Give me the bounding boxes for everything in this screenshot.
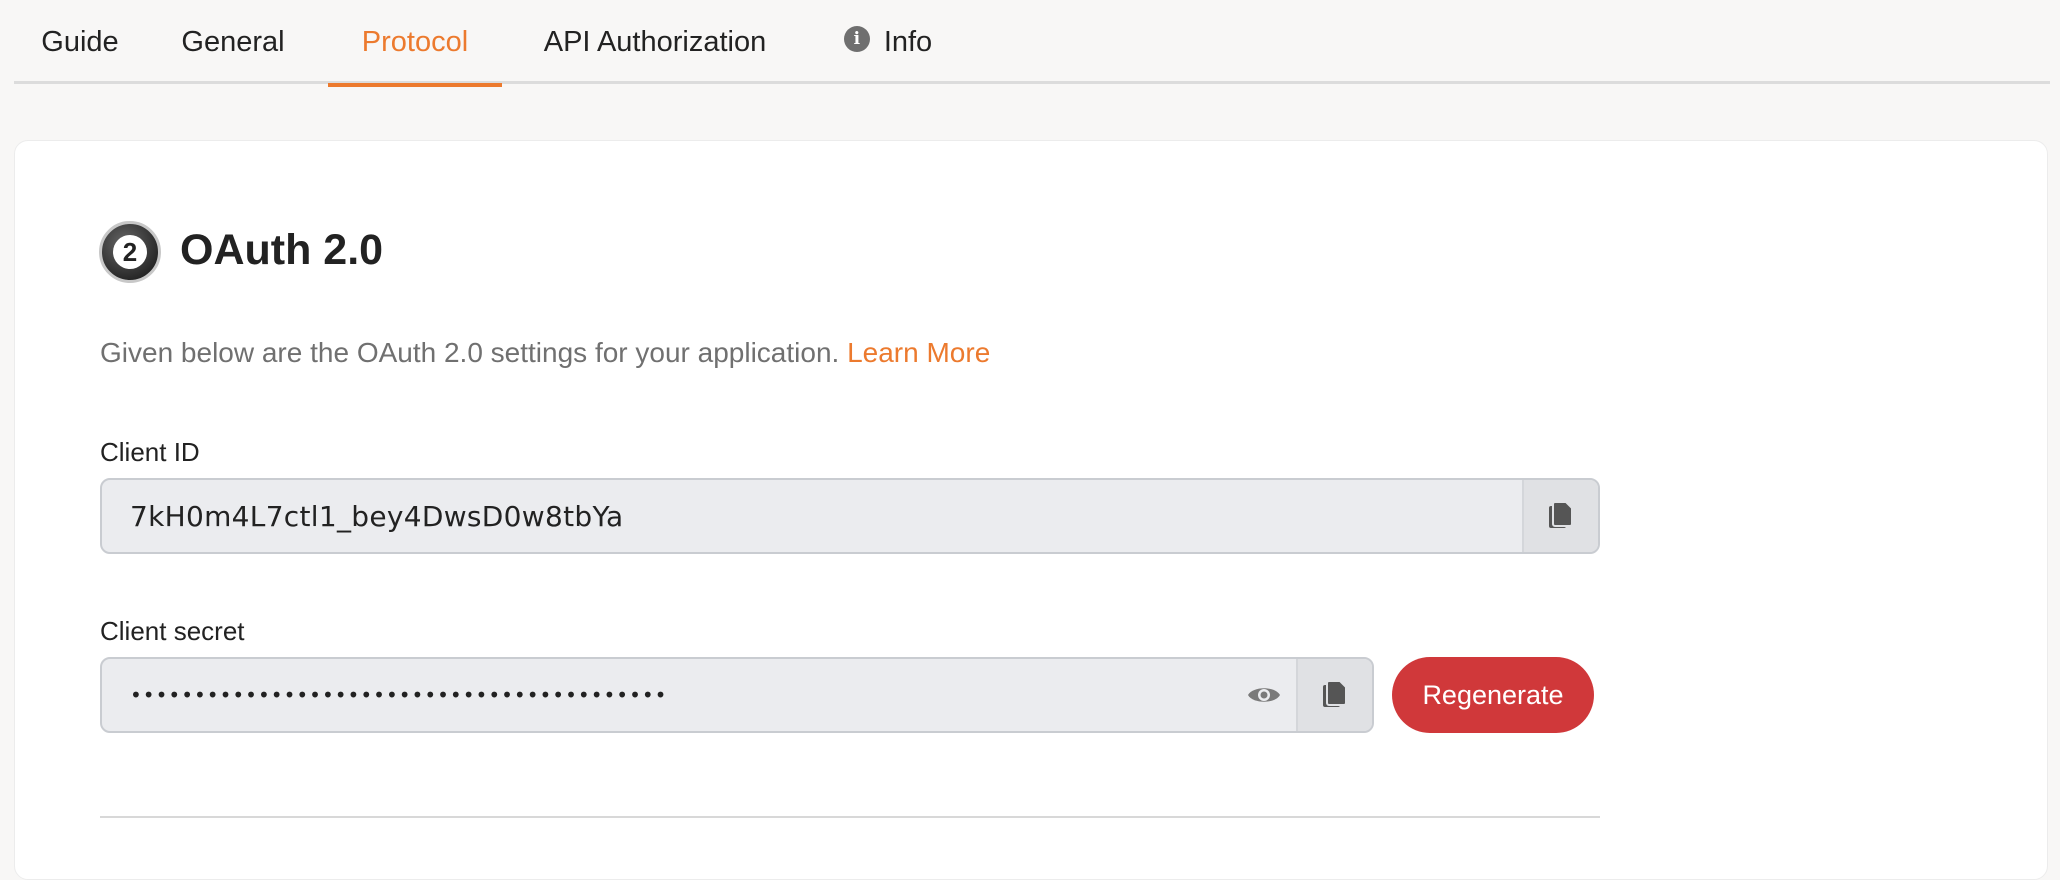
learn-more-link[interactable]: Learn More: [847, 337, 990, 368]
description-text: Given below are the OAuth 2.0 settings f…: [100, 337, 840, 368]
regenerate-button[interactable]: Regenerate: [1392, 657, 1594, 733]
tab-guide-label: Guide: [41, 25, 119, 58]
tab-bar: Guide General Protocol API Authorization…: [14, 0, 2050, 87]
tab-info[interactable]: i Info: [828, 0, 948, 84]
copy-icon: [1549, 501, 1573, 528]
client-id-copy-button[interactable]: [1522, 480, 1598, 552]
client-secret-field: ••••••••••••••••••••••••••••••••••••••••…: [100, 657, 1374, 733]
copy-icon: [1323, 680, 1347, 707]
eye-icon: [1248, 688, 1280, 702]
client-id-field: 7kH0m4L7ctl1_bey4DwsD0w8tbYa: [100, 478, 1600, 554]
tab-protocol-label: Protocol: [361, 25, 469, 58]
page-title: OAuth 2.0: [180, 226, 384, 274]
info-icon: i: [843, 26, 870, 52]
oauth-logo-icon: 2: [99, 221, 161, 283]
tab-protocol[interactable]: Protocol: [328, 0, 502, 87]
tab-api-authorization[interactable]: API Authorization: [528, 0, 782, 84]
tab-info-label: Info: [883, 25, 933, 58]
client-secret-value[interactable]: ••••••••••••••••••••••••••••••••••••••••…: [102, 683, 1232, 707]
tab-general-label: General: [181, 25, 285, 58]
tab-guide[interactable]: Guide: [34, 0, 126, 84]
tab-general[interactable]: General: [168, 0, 298, 84]
show-secret-button[interactable]: [1232, 659, 1296, 731]
section-description: Given below are the OAuth 2.0 settings f…: [100, 337, 990, 369]
client-id-label: Client ID: [100, 437, 200, 467]
client-secret-copy-button[interactable]: [1296, 659, 1372, 731]
section-divider: [100, 816, 1600, 818]
oauth-logo-number: 2: [113, 235, 147, 269]
tab-api-authorization-label: API Authorization: [543, 25, 767, 58]
client-id-value[interactable]: 7kH0m4L7ctl1_bey4DwsD0w8tbYa: [102, 500, 1522, 533]
client-secret-label: Client secret: [100, 616, 245, 646]
